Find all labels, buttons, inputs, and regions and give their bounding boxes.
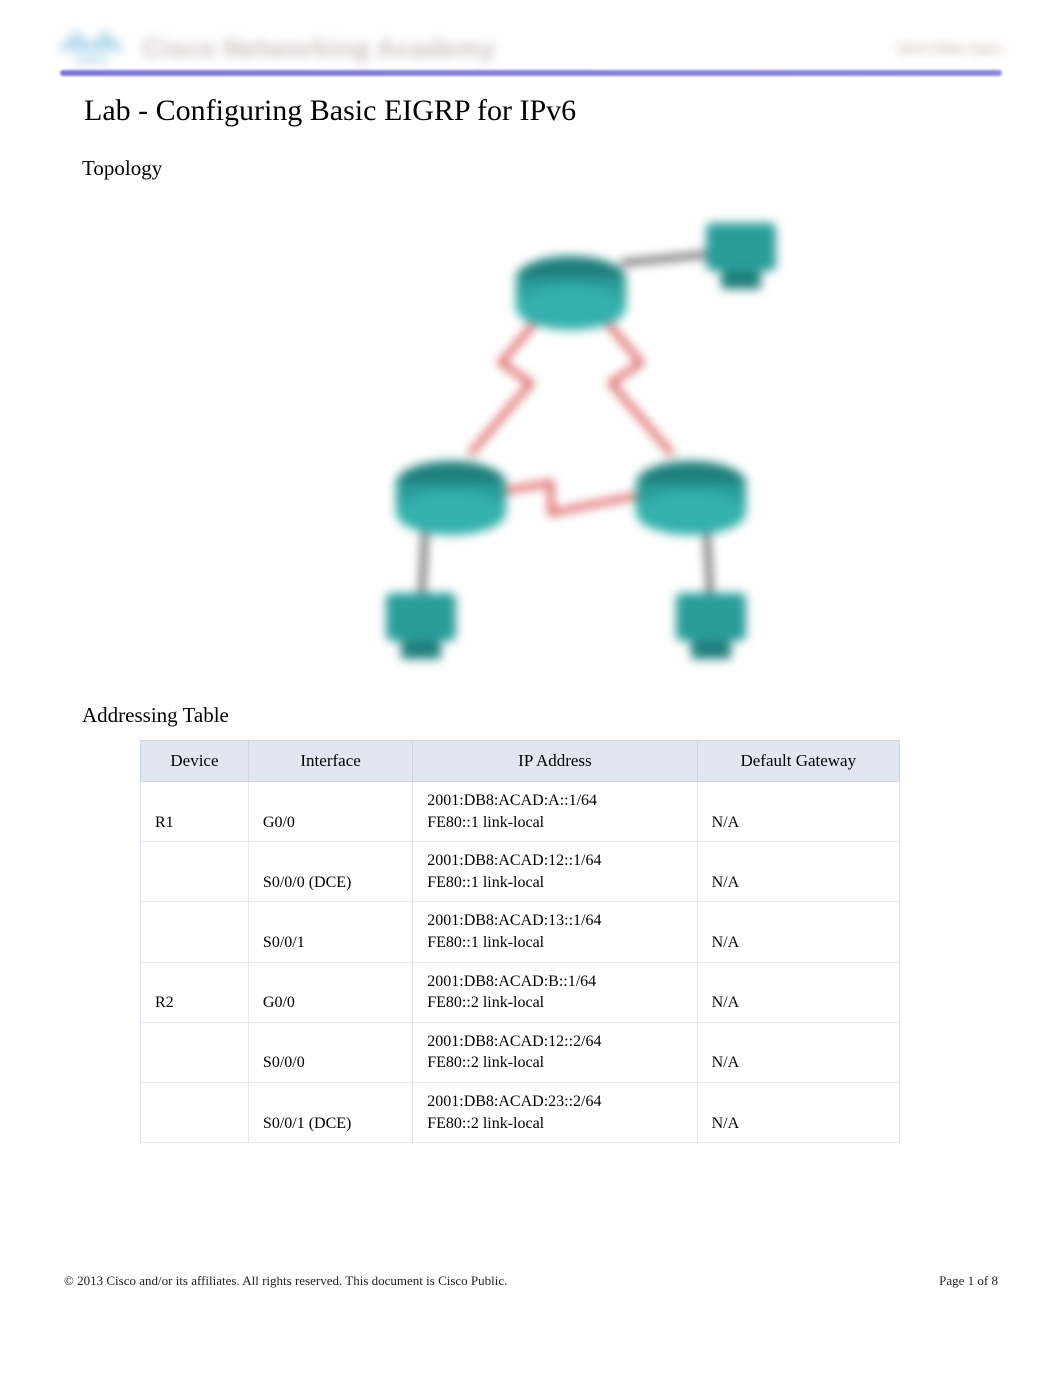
col-ip: IP Address [413, 741, 697, 782]
cell-device [141, 1082, 249, 1142]
cell-ip: 2001:DB8:ACAD:13::1/64 FE80::1 link-loca… [413, 902, 697, 962]
cell-gateway: N/A [697, 842, 899, 902]
cell-ip: 2001:DB8:ACAD:12::2/64 FE80::2 link-loca… [413, 1022, 697, 1082]
col-interface: Interface [248, 741, 412, 782]
section-topology: Topology [82, 156, 1002, 181]
table-row: R1 G0/0 2001:DB8:ACAD:A::1/64 FE80::1 li… [141, 782, 900, 842]
table-row: R2 G0/0 2001:DB8:ACAD:B::1/64 FE80::2 li… [141, 962, 900, 1022]
table-row: S0/0/0 2001:DB8:ACAD:12::2/64 FE80::2 li… [141, 1022, 900, 1082]
cell-interface: S0/0/0 (DCE) [248, 842, 412, 902]
brand-right-text: Mind Wide Open [898, 40, 1002, 56]
cell-gateway: N/A [697, 782, 899, 842]
cell-interface: G0/0 [248, 782, 412, 842]
cell-ip: 2001:DB8:ACAD:12::1/64 FE80::1 link-loca… [413, 842, 697, 902]
cell-ip: 2001:DB8:ACAD:A::1/64 FE80::1 link-local [413, 782, 697, 842]
page-footer: © 2013 Cisco and/or its affiliates. All … [60, 1273, 1002, 1289]
cisco-logo-word: cisco [60, 51, 122, 66]
brand-left: cisco Cisco Networking Academy [60, 30, 495, 66]
cell-gateway: N/A [697, 1082, 899, 1142]
cell-interface: S0/0/1 (DCE) [248, 1082, 412, 1142]
cell-gateway: N/A [697, 1022, 899, 1082]
cell-interface: S0/0/1 [248, 902, 412, 962]
cisco-logo-bars-icon [60, 30, 122, 51]
brand-divider [60, 70, 1002, 76]
cell-device: R1 [141, 782, 249, 842]
topology-diagram-icon [251, 193, 811, 693]
col-device: Device [141, 741, 249, 782]
cell-device [141, 1022, 249, 1082]
cell-device: R2 [141, 962, 249, 1022]
cell-interface: S0/0/0 [248, 1022, 412, 1082]
cell-gateway: N/A [697, 902, 899, 962]
addressing-table: Device Interface IP Address Default Gate… [140, 740, 900, 1143]
cell-interface: G0/0 [248, 962, 412, 1022]
cell-ip: 2001:DB8:ACAD:23::2/64 FE80::2 link-loca… [413, 1082, 697, 1142]
cell-gateway: N/A [697, 962, 899, 1022]
document-page: cisco Cisco Networking Academy Mind Wide… [0, 0, 1062, 1329]
cisco-logo: cisco [60, 30, 122, 66]
topology-diagram [60, 193, 1002, 693]
cell-ip: 2001:DB8:ACAD:B::1/64 FE80::2 link-local [413, 962, 697, 1022]
section-addressing: Addressing Table [82, 703, 1002, 728]
footer-page: Page 1 of 8 [939, 1273, 998, 1289]
table-header-row: Device Interface IP Address Default Gate… [141, 741, 900, 782]
cell-device [141, 902, 249, 962]
cell-device [141, 842, 249, 902]
table-row: S0/0/0 (DCE) 2001:DB8:ACAD:12::1/64 FE80… [141, 842, 900, 902]
table-row: S0/0/1 2001:DB8:ACAD:13::1/64 FE80::1 li… [141, 902, 900, 962]
addressing-table-wrap: Device Interface IP Address Default Gate… [140, 740, 900, 1143]
table-row: S0/0/1 (DCE) 2001:DB8:ACAD:23::2/64 FE80… [141, 1082, 900, 1142]
col-gateway: Default Gateway [697, 741, 899, 782]
page-title: Lab - Configuring Basic EIGRP for IPv6 [84, 94, 1002, 128]
brand-academy-text: Cisco Networking Academy [142, 33, 495, 64]
footer-copyright: © 2013 Cisco and/or its affiliates. All … [64, 1273, 507, 1289]
brand-bar: cisco Cisco Networking Academy Mind Wide… [60, 20, 1002, 70]
